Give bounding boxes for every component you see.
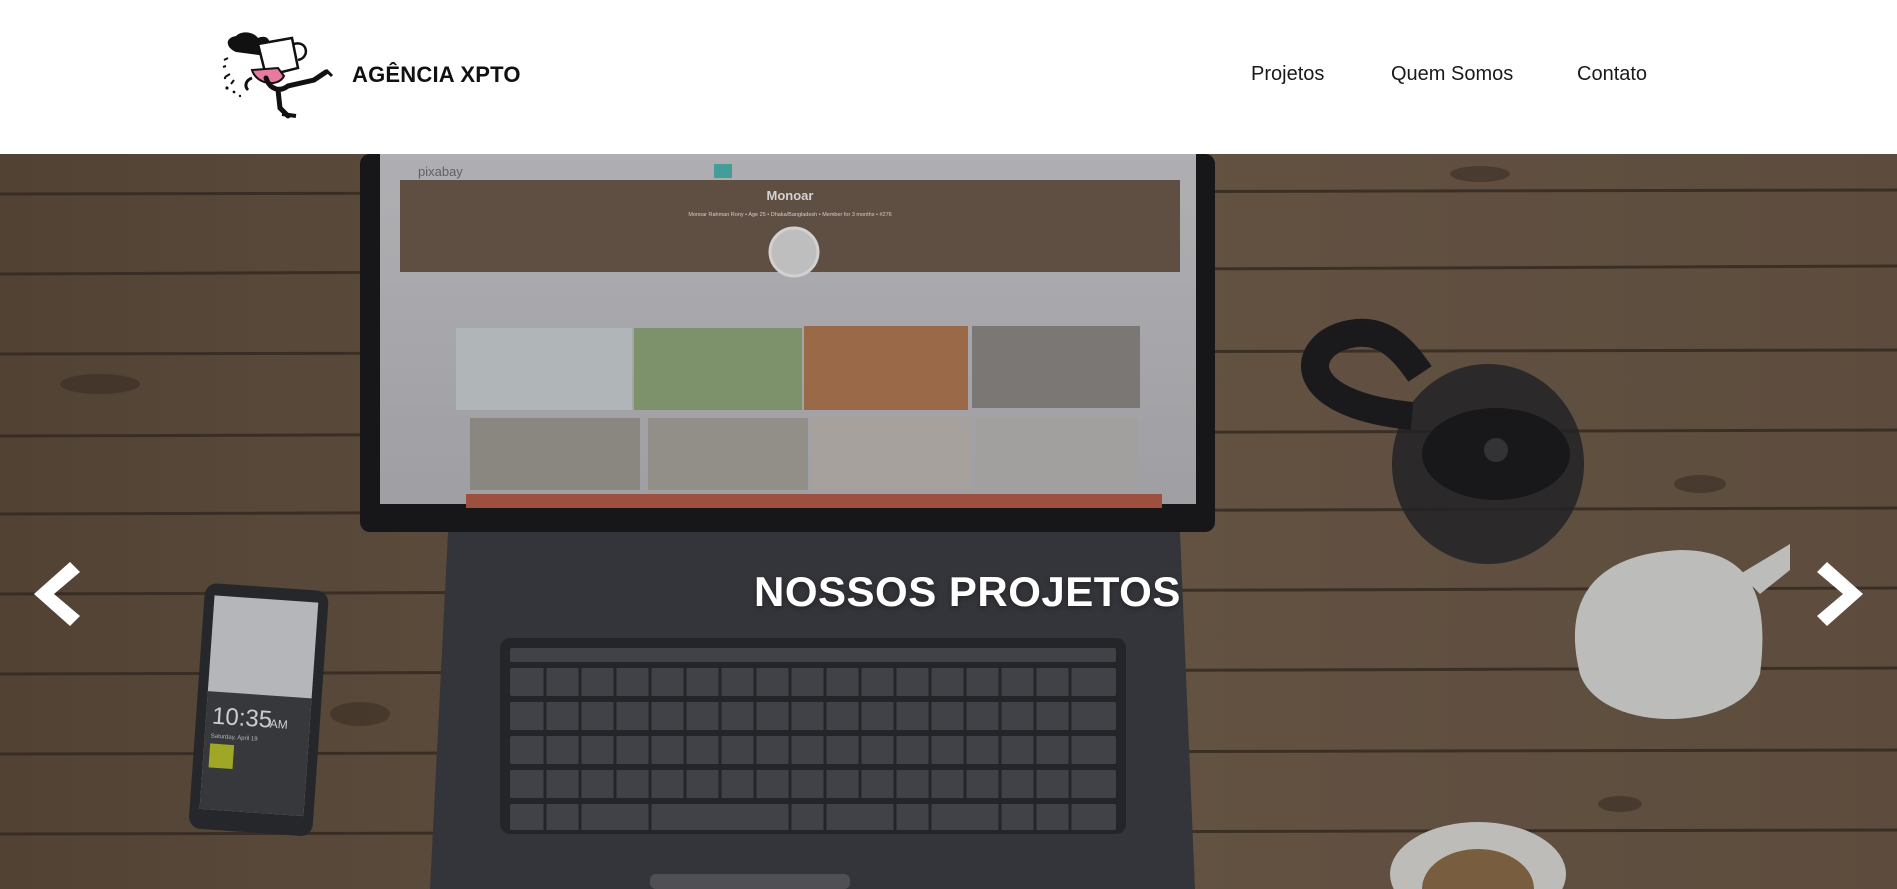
chevron-left-icon[interactable] <box>30 558 82 630</box>
site-header: AGÊNCIA XPTO Projetos Quem Somos Contato <box>0 0 1897 154</box>
chevron-right-icon[interactable] <box>1815 558 1867 630</box>
brand-name[interactable]: AGÊNCIA XPTO <box>352 62 521 88</box>
hero-title: NOSSOS PROJETOS <box>754 568 1181 615</box>
nav-contato[interactable]: Contato <box>1577 63 1647 86</box>
nav-projetos[interactable]: Projetos <box>1251 63 1324 86</box>
hero-background-image: pixabay Monoar Monoar Rahman Rony • Age … <box>0 154 1897 889</box>
nav-quem-somos[interactable]: Quem Somos <box>1391 63 1513 86</box>
running-coffee-cup-mascot-icon[interactable] <box>222 30 340 122</box>
hero-carousel: pixabay Monoar Monoar Rahman Rony • Age … <box>0 154 1897 889</box>
